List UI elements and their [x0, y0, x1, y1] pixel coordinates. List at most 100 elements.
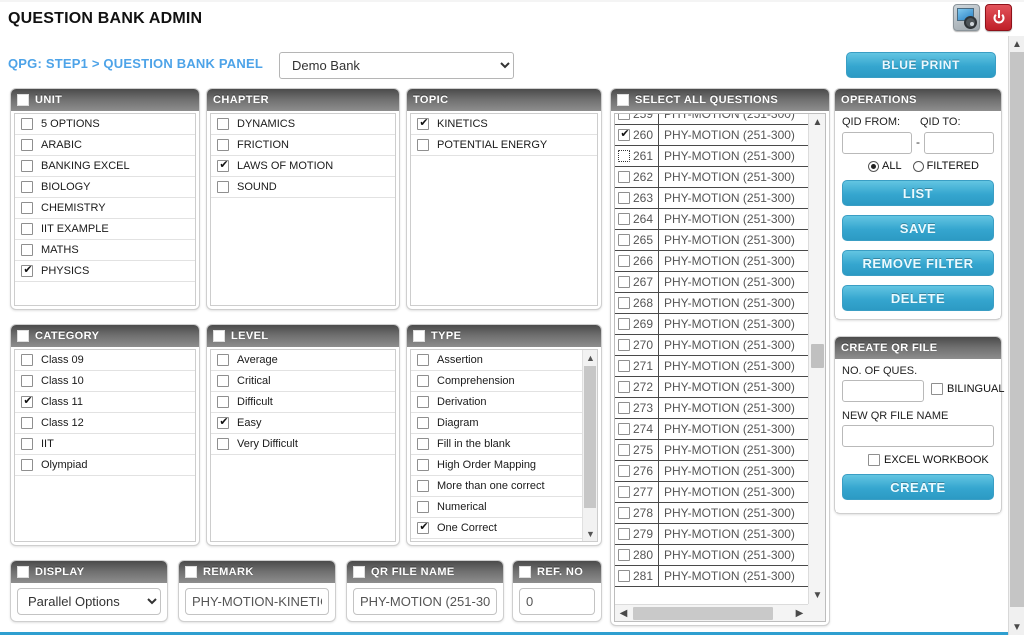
level-checkbox[interactable]	[217, 375, 229, 387]
type-checkbox[interactable]	[417, 396, 429, 408]
type-checkbox[interactable]	[417, 501, 429, 513]
type-item[interactable]: High Order Mapping	[411, 455, 582, 476]
unit-select-all-checkbox[interactable]	[17, 94, 29, 106]
category-select-all-checkbox[interactable]	[17, 330, 29, 342]
question-checkbox[interactable]	[618, 507, 630, 519]
question-checkbox[interactable]	[618, 171, 630, 183]
no-of-ques-input[interactable]	[842, 380, 924, 402]
level-select-all-checkbox[interactable]	[213, 330, 225, 342]
question-checkbox[interactable]	[618, 486, 630, 498]
question-checkbox[interactable]	[618, 213, 630, 225]
type-item[interactable]: Fill in the blank	[411, 434, 582, 455]
qid-to-input[interactable]	[924, 132, 994, 154]
questions-scroll-thumb[interactable]	[811, 344, 824, 368]
question-row[interactable]: 272 PHY-MOTION (251-300)	[615, 377, 808, 398]
remove-filter-button[interactable]: REMOVE FILTER	[842, 250, 994, 276]
category-item[interactable]: Class 11	[15, 392, 195, 413]
unit-checkbox[interactable]	[21, 181, 33, 193]
settings-icon[interactable]	[953, 4, 980, 31]
questions-scroll-left-icon[interactable]: ◀	[615, 605, 632, 621]
display-select[interactable]: Parallel Options	[17, 588, 161, 615]
create-button[interactable]: CREATE	[842, 474, 994, 500]
qid-from-input[interactable]	[842, 132, 912, 154]
category-item[interactable]: Class 12	[15, 413, 195, 434]
type-checkbox[interactable]	[417, 354, 429, 366]
list-button[interactable]: LIST	[842, 180, 994, 206]
question-row[interactable]: 271 PHY-MOTION (251-300)	[615, 356, 808, 377]
chapter-checkbox[interactable]	[217, 118, 229, 130]
excel-workbook-checkbox[interactable]	[868, 454, 880, 466]
category-checkbox[interactable]	[21, 459, 33, 471]
category-checkbox[interactable]	[21, 438, 33, 450]
unit-item[interactable]: BIOLOGY	[15, 177, 195, 198]
question-row[interactable]: 268 PHY-MOTION (251-300)	[615, 293, 808, 314]
question-row[interactable]: 273 PHY-MOTION (251-300)	[615, 398, 808, 419]
question-bank-select[interactable]: Demo Bank	[279, 52, 514, 79]
topic-item[interactable]: KINETICS	[411, 114, 597, 135]
questions-scroll-right-icon[interactable]: ▶	[791, 605, 808, 621]
category-checkbox[interactable]	[21, 394, 34, 408]
question-row[interactable]: 274 PHY-MOTION (251-300)	[615, 419, 808, 440]
question-checkbox[interactable]	[618, 150, 630, 162]
question-row[interactable]: 280 PHY-MOTION (251-300)	[615, 545, 808, 566]
select-all-questions-checkbox[interactable]	[617, 94, 629, 106]
question-checkbox[interactable]	[618, 127, 631, 141]
question-checkbox[interactable]	[618, 570, 630, 582]
type-scroll-down-icon[interactable]: ▼	[583, 526, 597, 541]
type-checkbox[interactable]	[417, 417, 429, 429]
unit-checkbox[interactable]	[21, 160, 33, 172]
type-item[interactable]: Assertion	[411, 350, 582, 371]
page-scroll-down-icon[interactable]: ▼	[1009, 619, 1024, 635]
bilingual-checkbox[interactable]	[931, 383, 943, 395]
question-row[interactable]: 262 PHY-MOTION (251-300)	[615, 167, 808, 188]
question-row[interactable]: 267 PHY-MOTION (251-300)	[615, 272, 808, 293]
questions-hscroll-thumb[interactable]	[633, 607, 773, 620]
delete-button[interactable]: DELETE	[842, 285, 994, 311]
chapter-item[interactable]: LAWS OF MOTION	[211, 156, 395, 177]
type-checkbox[interactable]	[417, 375, 429, 387]
power-icon[interactable]	[985, 4, 1012, 31]
type-item[interactable]: One Correct	[411, 518, 582, 539]
type-scrollbar[interactable]: ▲ ▼	[582, 350, 597, 541]
question-row[interactable]: 279 PHY-MOTION (251-300)	[615, 524, 808, 545]
page-scroll-thumb[interactable]	[1010, 52, 1024, 607]
chapter-checkbox[interactable]	[217, 158, 230, 172]
category-item[interactable]: IIT	[15, 434, 195, 455]
remark-input[interactable]	[185, 588, 329, 615]
radio-all[interactable]	[868, 160, 879, 172]
question-row[interactable]: 278 PHY-MOTION (251-300)	[615, 503, 808, 524]
level-checkbox[interactable]	[217, 415, 230, 429]
level-checkbox[interactable]	[217, 396, 229, 408]
unit-checkbox[interactable]	[21, 263, 34, 277]
unit-item[interactable]: 5 OPTIONS	[15, 114, 195, 135]
unit-checkbox[interactable]	[21, 223, 33, 235]
topic-item[interactable]: POTENTIAL ENERGY	[411, 135, 597, 156]
level-item[interactable]: Critical	[211, 371, 395, 392]
question-checkbox[interactable]	[618, 444, 630, 456]
new-qr-file-name-input[interactable]	[842, 425, 994, 447]
category-item[interactable]: Olympiad	[15, 455, 195, 476]
level-item[interactable]: Easy	[211, 413, 395, 434]
question-checkbox[interactable]	[618, 381, 630, 393]
question-checkbox[interactable]	[618, 318, 630, 330]
level-item[interactable]: Difficult	[211, 392, 395, 413]
question-row[interactable]: 264 PHY-MOTION (251-300)	[615, 209, 808, 230]
type-item[interactable]: Numerical	[411, 497, 582, 518]
questions-scroll-down-icon[interactable]: ▼	[809, 587, 825, 604]
type-item[interactable]: Comprehension	[411, 371, 582, 392]
question-checkbox[interactable]	[618, 402, 630, 414]
chapter-checkbox[interactable]	[217, 181, 229, 193]
chapter-item[interactable]: DYNAMICS	[211, 114, 395, 135]
question-row[interactable]: 270 PHY-MOTION (251-300)	[615, 335, 808, 356]
question-row[interactable]: 266 PHY-MOTION (251-300)	[615, 251, 808, 272]
level-item[interactable]: Average	[211, 350, 395, 371]
question-checkbox[interactable]	[618, 465, 630, 477]
ref-no-toggle-checkbox[interactable]	[519, 566, 531, 578]
blue-print-button[interactable]: BLUE PRINT	[846, 52, 996, 78]
type-checkbox[interactable]	[417, 459, 429, 471]
question-row[interactable]: 276 PHY-MOTION (251-300)	[615, 461, 808, 482]
unit-checkbox[interactable]	[21, 244, 33, 256]
question-checkbox[interactable]	[618, 360, 630, 372]
unit-item[interactable]: IIT EXAMPLE	[15, 219, 195, 240]
unit-item[interactable]: BANKING EXCEL	[15, 156, 195, 177]
